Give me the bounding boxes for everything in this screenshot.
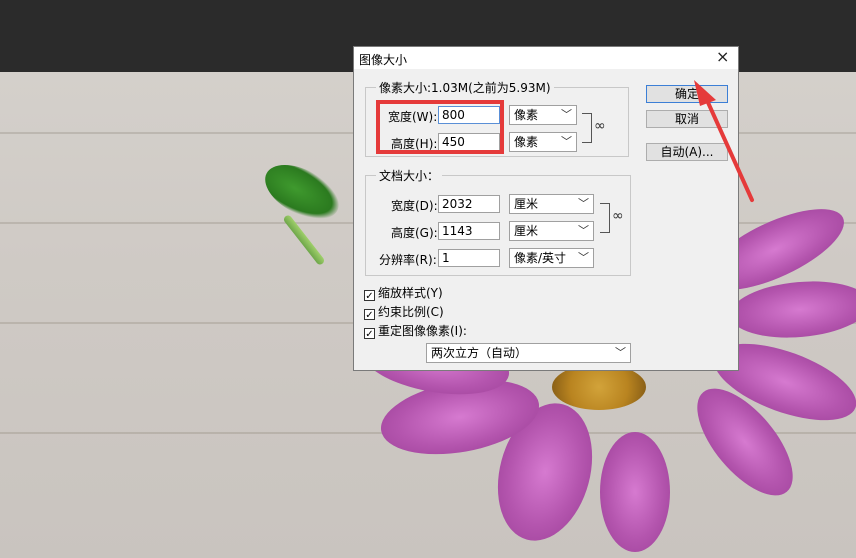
annotation-arrow	[694, 80, 754, 202]
